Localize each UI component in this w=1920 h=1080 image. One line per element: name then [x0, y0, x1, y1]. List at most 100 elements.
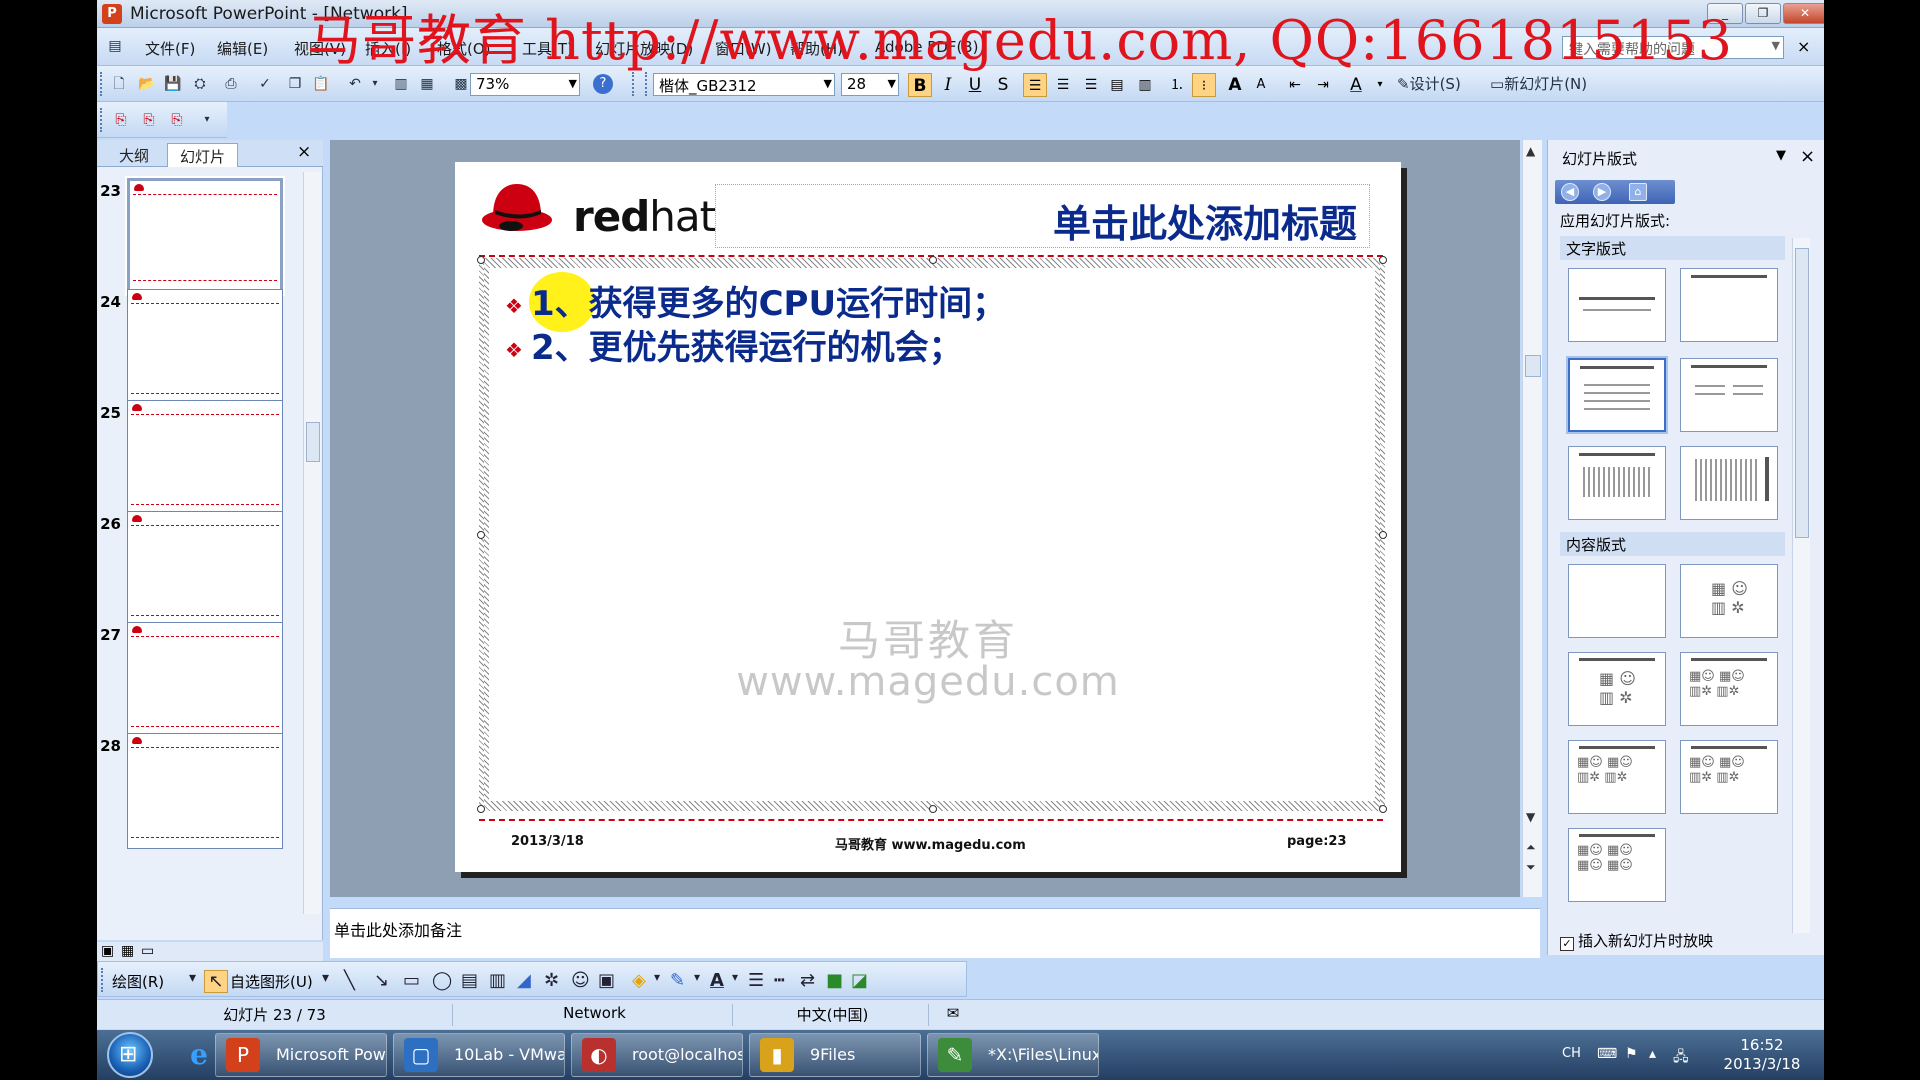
- taskbar-button[interactable]: ▢ 10Lab - VMwar...: [393, 1033, 565, 1077]
- grid-icon[interactable]: ▩: [451, 74, 471, 94]
- tray-icon[interactable]: ⚑: [1625, 1046, 1638, 1062]
- dash-style-icon[interactable]: ┅: [774, 970, 785, 991]
- pdf-review-icon[interactable]: ⎘: [167, 110, 187, 130]
- numbering-icon[interactable]: ⒈: [1165, 73, 1189, 97]
- picture-icon[interactable]: ▣: [598, 970, 615, 991]
- content-area[interactable]: ❖ 1、获得更多的CPU运行时间； ❖ 2、更优先获得运行的机会；: [489, 268, 1375, 801]
- next-slide-icon[interactable]: ⏷: [1526, 860, 1536, 875]
- chevron-down-icon[interactable]: ▾: [197, 110, 217, 130]
- resize-handle[interactable]: [477, 531, 485, 539]
- resize-handle[interactable]: [929, 805, 937, 813]
- font-color-icon[interactable]: A: [710, 970, 724, 991]
- close-button[interactable]: ✕: [1783, 3, 1824, 24]
- autoshapes-menu[interactable]: 自选图形(U): [230, 971, 313, 992]
- taskbar-button[interactable]: ◐ root@localhost:...: [571, 1033, 743, 1077]
- pdf-email-icon[interactable]: ⎘: [139, 110, 159, 130]
- layout-title-two-content[interactable]: ▦☺ ▦☺ ▥✲ ▥✲: [1680, 652, 1778, 726]
- layout-content[interactable]: ▦ ☺ ▥ ✲: [1680, 564, 1778, 638]
- back-icon[interactable]: ◀: [1561, 183, 1579, 201]
- forward-icon[interactable]: ▶: [1593, 183, 1611, 201]
- previous-slide-icon[interactable]: ⏶: [1526, 840, 1536, 855]
- justify-icon[interactable]: ▤: [1105, 73, 1129, 97]
- bullets-icon[interactable]: ⁝: [1192, 73, 1216, 97]
- bullet-item[interactable]: ❖ 2、更优先获得运行的机会；: [505, 320, 963, 369]
- powerpoint-icon[interactable]: P: [102, 4, 122, 24]
- resize-handle[interactable]: [1379, 805, 1387, 813]
- content-placeholder[interactable]: ❖ 1、获得更多的CPU运行时间； ❖ 2、更优先获得运行的机会；: [477, 256, 1387, 813]
- resize-handle[interactable]: [1379, 256, 1387, 264]
- font-select[interactable]: 楷体_GB2312 ▼: [653, 73, 835, 96]
- toolbar-grip[interactable]: [100, 108, 104, 132]
- scrollbar-thumb[interactable]: [1795, 248, 1809, 538]
- bullet-item[interactable]: ❖ 1、获得更多的CPU运行时间；: [505, 276, 1006, 325]
- shadow-button[interactable]: S: [991, 73, 1015, 97]
- font-shrink-button[interactable]: A: [1249, 73, 1273, 97]
- draw-menu[interactable]: 绘图(R): [112, 971, 164, 992]
- layout-title-content-over-content[interactable]: ▦☺ ▦☺ ▥✲ ▥✲: [1568, 740, 1666, 814]
- scroll-up-icon[interactable]: ▲: [1526, 144, 1535, 158]
- layout-blank[interactable]: [1568, 564, 1666, 638]
- task-pane-scrollbar[interactable]: [1792, 238, 1810, 933]
- show-hidden-icons[interactable]: ▴: [1649, 1046, 1656, 1062]
- close-document-button[interactable]: ×: [1797, 37, 1810, 56]
- pdf-convert-icon[interactable]: ⎘: [111, 110, 131, 130]
- clipart-icon[interactable]: ☺: [571, 970, 590, 991]
- resize-handle[interactable]: [929, 256, 937, 264]
- slide-thumbnail[interactable]: [127, 400, 283, 516]
- chevron-down-icon[interactable]: ▾: [1368, 73, 1392, 97]
- arrow-icon[interactable]: ↘: [374, 970, 389, 991]
- layout-title-slide[interactable]: [1568, 268, 1666, 342]
- line-icon[interactable]: ╲: [344, 970, 355, 991]
- shadow-style-icon[interactable]: ■: [826, 970, 843, 991]
- new-document-icon[interactable]: 🗋: [109, 74, 129, 94]
- fill-color-icon[interactable]: ◈: [632, 970, 646, 991]
- increase-indent-icon[interactable]: ⇥: [1311, 73, 1335, 97]
- italic-button[interactable]: I: [936, 73, 960, 97]
- chevron-down-icon[interactable]: ▼: [1776, 148, 1786, 163]
- line-style-icon[interactable]: ☰: [748, 970, 764, 991]
- slide-thumbnail[interactable]: [127, 511, 283, 627]
- layout-title-content-two[interactable]: ▦☺ ▦☺ ▥✲ ▥✲: [1680, 740, 1778, 814]
- layout-title-content[interactable]: ▦ ☺ ▥ ✲: [1568, 652, 1666, 726]
- resize-handle[interactable]: [1379, 531, 1387, 539]
- scroll-down-icon[interactable]: ▼: [1526, 810, 1535, 824]
- undo-icon[interactable]: ↶: [345, 74, 365, 94]
- layout-vertical-text[interactable]: [1568, 446, 1666, 520]
- slide-thumbnail[interactable]: [127, 622, 283, 738]
- columns-icon[interactable]: ▥: [1133, 73, 1157, 97]
- slide-thumbnail[interactable]: [125, 176, 285, 296]
- underline-button[interactable]: U: [963, 73, 987, 97]
- chevron-down-icon[interactable]: ▾: [322, 970, 329, 986]
- tab-slides[interactable]: 幻灯片: [167, 143, 239, 167]
- tab-outline[interactable]: 大纲: [107, 143, 161, 167]
- layout-title-four-content[interactable]: ▦☺ ▦☺ ▦☺ ▦☺: [1568, 828, 1666, 902]
- close-icon[interactable]: ×: [1800, 146, 1815, 167]
- sorter-view-icon[interactable]: ▦: [121, 943, 134, 959]
- 3d-style-icon[interactable]: ◪: [851, 970, 868, 991]
- resize-handle[interactable]: [477, 256, 485, 264]
- decrease-indent-icon[interactable]: ⇤: [1283, 73, 1307, 97]
- wordart-icon[interactable]: ◢: [517, 970, 531, 991]
- font-size-select[interactable]: 28 ▼: [841, 73, 899, 96]
- menu-file[interactable]: 文件(F): [145, 38, 195, 59]
- slide-thumbnail[interactable]: [127, 733, 283, 849]
- align-right-icon[interactable]: ☰: [1079, 73, 1103, 97]
- current-slide[interactable]: redhat 单击此处添加标题 ❖ 1、获得更多的CPU运行时间； ❖ 2、更优先获…: [455, 162, 1401, 872]
- taskbar-button[interactable]: ✎ *X:\Files\Linux A...: [927, 1033, 1099, 1077]
- scrollbar-thumb[interactable]: [306, 422, 320, 462]
- rectangle-icon[interactable]: ▭: [403, 970, 420, 991]
- line-color-icon[interactable]: ✎: [670, 970, 685, 991]
- zoom-select[interactable]: 73% ▼: [470, 73, 580, 96]
- align-center-icon[interactable]: ☰: [1051, 73, 1075, 97]
- thumbnails-scrollbar[interactable]: [303, 172, 321, 914]
- chevron-down-icon[interactable]: ▾: [694, 970, 700, 984]
- chevron-down-icon[interactable]: ▾: [732, 970, 738, 984]
- layout-two-column-text[interactable]: [1680, 358, 1778, 432]
- select-pointer-icon[interactable]: ↖: [204, 970, 228, 993]
- keyboard-icon[interactable]: ⌨: [1597, 1046, 1617, 1062]
- slideshow-view-icon[interactable]: ▭: [141, 943, 154, 959]
- help-icon[interactable]: ?: [593, 74, 613, 94]
- layout-title-only[interactable]: [1680, 268, 1778, 342]
- diagram-icon[interactable]: ✲: [544, 970, 559, 991]
- toolbar-grip[interactable]: [645, 72, 649, 96]
